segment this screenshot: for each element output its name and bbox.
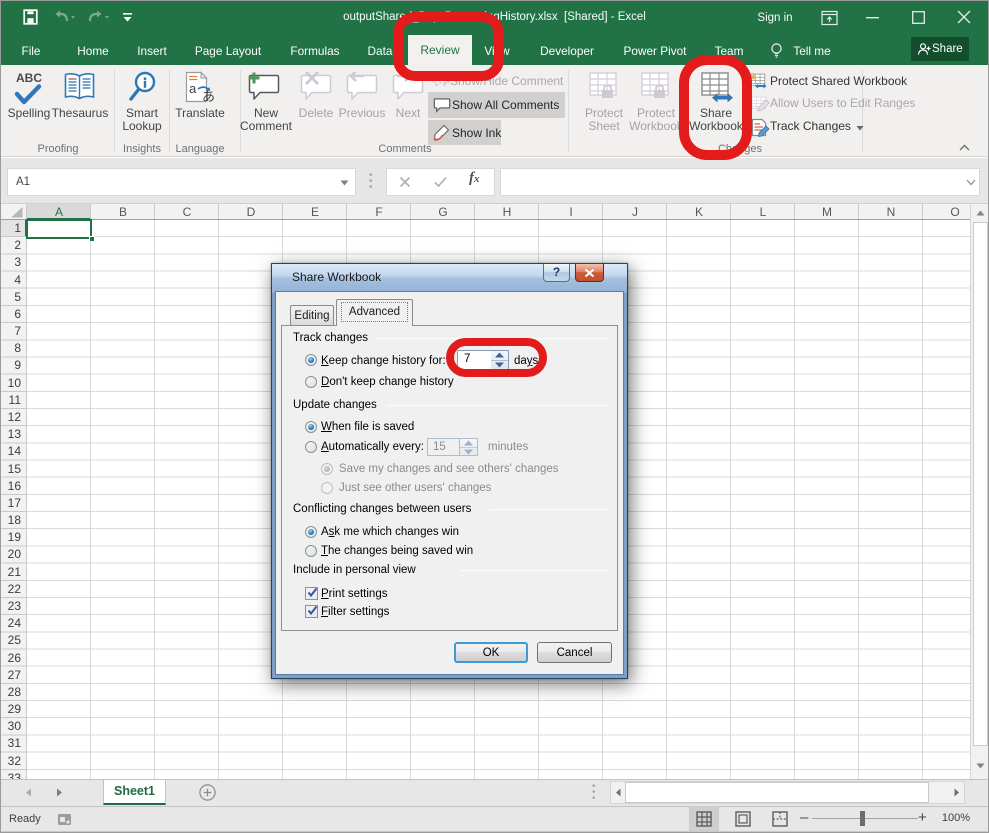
svg-text:a: a — [189, 81, 197, 96]
svg-text:あ: あ — [202, 89, 215, 104]
